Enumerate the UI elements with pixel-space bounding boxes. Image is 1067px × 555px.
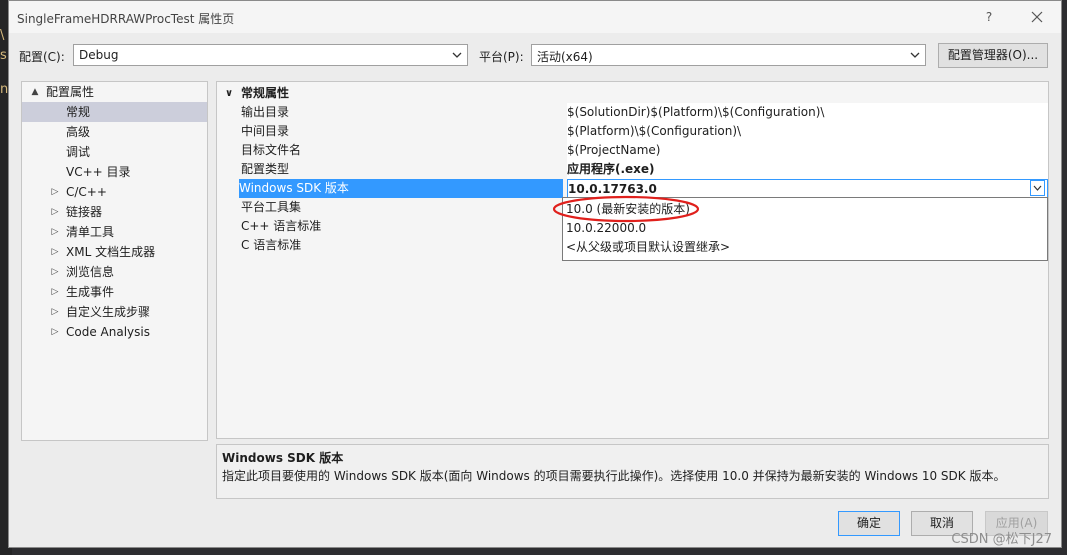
expand-triangle-icon[interactable]: ▷ (50, 202, 60, 222)
expand-triangle-icon[interactable]: ▷ (50, 242, 60, 262)
property-tree: ▲ 配置属性 常规 高级 调试 VC++ 目录 ▷ C/C++ ▷ 链接器 ▷ … (21, 81, 208, 441)
property-name: Windows SDK 版本 (239, 181, 349, 195)
property-name: 平台工具集 (241, 200, 302, 214)
property-name-cell: Windows SDK 版本 (239, 179, 563, 198)
tree-item-label: 生成事件 (66, 285, 115, 299)
tree-item-config-properties[interactable]: ▲ 配置属性 (22, 82, 207, 102)
dropdown-option-inherit[interactable]: <从父级或项目默认设置继承> (566, 238, 730, 257)
property-value: $(Platform)\$(Configuration)\ (567, 124, 742, 138)
watermark: CSDN @松下J27 (951, 532, 1052, 547)
property-row-config-type[interactable]: 配置类型 应用程序(.exe) (217, 160, 1048, 179)
configuration-toolbar: 配置(C): Debug 平台(P): 活动(x64) 配置管理器(O)... (9, 41, 1061, 69)
tree-item-label: 常规 (66, 105, 91, 119)
platform-label: 平台(P): (479, 50, 524, 64)
close-icon (1031, 11, 1043, 23)
tree-item-manifest-tool[interactable]: ▷ 清单工具 (22, 222, 207, 242)
property-value: 应用程序(.exe) (567, 162, 655, 176)
category-title: 常规属性 (241, 86, 290, 100)
property-name-cell: 输出目录 (241, 103, 563, 122)
expand-triangle-icon[interactable]: ▷ (50, 322, 60, 342)
tree-item-code-analysis[interactable]: ▷ Code Analysis (22, 322, 207, 342)
property-value-cell[interactable]: $(ProjectName) (567, 141, 1048, 160)
tree-item-build-events[interactable]: ▷ 生成事件 (22, 282, 207, 302)
property-value-cell[interactable]: $(SolutionDir)$(Platform)\$(Configuratio… (567, 103, 1048, 122)
expand-triangle-icon[interactable]: ▷ (50, 182, 60, 202)
property-name-cell: 中间目录 (241, 122, 563, 141)
tree-item-label: XML 文档生成器 (66, 245, 156, 259)
tree-item-advanced[interactable]: 高级 (22, 122, 207, 142)
property-name-cell: 配置类型 (241, 160, 563, 179)
tree-item-debugging[interactable]: 调试 (22, 142, 207, 162)
tree-item-xml-doc-generator[interactable]: ▷ XML 文档生成器 (22, 242, 207, 262)
config-combo[interactable]: Debug (73, 44, 468, 66)
property-value: $(SolutionDir)$(Platform)\$(Configuratio… (567, 105, 825, 119)
expand-triangle-icon[interactable]: ▷ (50, 282, 60, 302)
tree-item-label: 配置属性 (46, 85, 95, 99)
property-value: $(ProjectName) (567, 143, 661, 157)
property-name: C++ 语言标准 (241, 219, 322, 233)
property-name: 中间目录 (241, 124, 290, 138)
property-name: 目标文件名 (241, 143, 302, 157)
chevron-down-icon (452, 52, 462, 58)
red-annotation-ring (552, 195, 700, 223)
property-name-cell: C++ 语言标准 (241, 217, 563, 236)
expand-triangle-icon[interactable]: ▷ (50, 302, 60, 322)
window-title: SingleFrameHDRRAWProcTest 属性页 (17, 12, 235, 26)
tree-item-label: 清单工具 (66, 225, 115, 239)
config-value: Debug (79, 48, 119, 62)
property-name-cell: 目标文件名 (241, 141, 563, 160)
tree-item-label: 调试 (66, 145, 91, 159)
collapse-triangle-icon[interactable]: ▲ (30, 82, 40, 102)
chevron-down-icon (910, 52, 920, 58)
tree-item-linker[interactable]: ▷ 链接器 (22, 202, 207, 222)
ok-button[interactable]: 确定 (838, 511, 900, 536)
property-row-intermediate-dir[interactable]: 中间目录 $(Platform)\$(Configuration)\ (217, 122, 1048, 141)
tree-item-browse-info[interactable]: ▷ 浏览信息 (22, 262, 207, 282)
expand-triangle-icon[interactable]: ▷ (50, 262, 60, 282)
help-button[interactable]: ? (979, 7, 999, 27)
property-name-cell: 平台工具集 (241, 198, 563, 217)
property-row-output-dir[interactable]: 输出目录 $(SolutionDir)$(Platform)\$(Configu… (217, 103, 1048, 122)
config-label: 配置(C): (19, 50, 65, 64)
expand-triangle-icon[interactable]: ▷ (50, 222, 60, 242)
property-name: C 语言标准 (241, 238, 302, 252)
property-pages-dialog: SingleFrameHDRRAWProcTest 属性页 ? 配置(C): D… (8, 0, 1062, 548)
tree-item-label: 自定义生成步骤 (66, 305, 151, 319)
sdk-dropdown-button[interactable] (1030, 180, 1045, 196)
property-name-cell: C 语言标准 (241, 236, 563, 255)
platform-combo[interactable]: 活动(x64) (531, 44, 926, 66)
property-value-cell[interactable]: 应用程序(.exe) (567, 160, 1048, 179)
tree-item-label: 高级 (66, 125, 91, 139)
tree-item-label: 链接器 (66, 205, 103, 219)
tree-item-general[interactable]: 常规 (22, 102, 207, 122)
tree-item-c-cpp[interactable]: ▷ C/C++ (22, 182, 207, 202)
platform-value: 活动(x64) (537, 50, 593, 64)
tree-item-custom-build-step[interactable]: ▷ 自定义生成步骤 (22, 302, 207, 322)
tree-item-vc-directories[interactable]: VC++ 目录 (22, 162, 207, 182)
collapse-chevron-icon[interactable]: ∨ (225, 84, 233, 103)
title-bar: SingleFrameHDRRAWProcTest 属性页 ? (9, 1, 1061, 33)
tree-item-label: VC++ 目录 (66, 165, 131, 179)
description-panel: Windows SDK 版本 指定此项目要使用的 Windows SDK 版本(… (216, 444, 1049, 499)
property-value-cell[interactable]: $(Platform)\$(Configuration)\ (567, 122, 1048, 141)
property-name: 配置类型 (241, 162, 290, 176)
category-header[interactable]: ∨ 常规属性 (217, 84, 1048, 103)
config-manager-button[interactable]: 配置管理器(O)... (938, 43, 1048, 68)
tree-item-label: Code Analysis (66, 325, 150, 339)
property-name: 输出目录 (241, 105, 290, 119)
close-button[interactable] (1027, 7, 1047, 27)
tree-item-label: C/C++ (66, 185, 107, 199)
property-row-target-name[interactable]: 目标文件名 $(ProjectName) (217, 141, 1048, 160)
description-text: 指定此项目要使用的 Windows SDK 版本(面向 Windows 的项目需… (222, 469, 1006, 483)
chevron-down-icon (1033, 185, 1042, 191)
description-title: Windows SDK 版本 (222, 451, 344, 465)
tree-item-label: 浏览信息 (66, 265, 115, 279)
